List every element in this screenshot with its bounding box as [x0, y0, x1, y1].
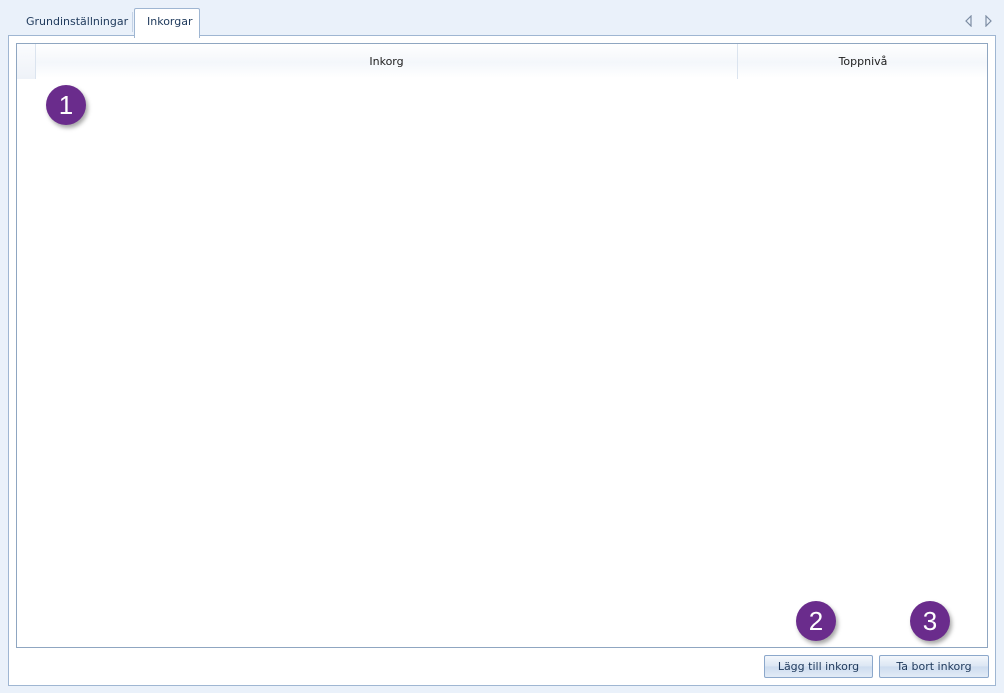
- scroll-right-icon[interactable]: [984, 15, 992, 27]
- column-header-inkorg[interactable]: Inkorg: [36, 44, 738, 79]
- column-header-toppniva[interactable]: Toppnivå: [739, 44, 987, 79]
- tab-separator: [132, 12, 133, 32]
- callout-badge-2: 2: [796, 601, 836, 641]
- row-indicator-header: [17, 44, 36, 79]
- tab-grundinstallningar[interactable]: Grundinställningar: [13, 8, 130, 36]
- callout-badge-3: 3: [910, 601, 950, 641]
- tab-strip: Grundinställningar Inkorgar: [8, 6, 996, 38]
- scroll-left-icon[interactable]: [965, 15, 973, 27]
- callout-badge-1: 1: [46, 85, 86, 125]
- inbox-grid[interactable]: Inkorg Toppnivå: [16, 43, 988, 648]
- tab-inkorgar[interactable]: Inkorgar: [134, 8, 200, 38]
- inkorgar-panel: Inkorg Toppnivå Lägg till inkorg Ta bort…: [8, 35, 996, 686]
- add-inbox-button[interactable]: Lägg till inkorg: [764, 655, 873, 678]
- grid-header: Inkorg Toppnivå: [17, 44, 987, 79]
- remove-inbox-button[interactable]: Ta bort inkorg: [879, 655, 989, 678]
- grid-body[interactable]: [17, 79, 987, 647]
